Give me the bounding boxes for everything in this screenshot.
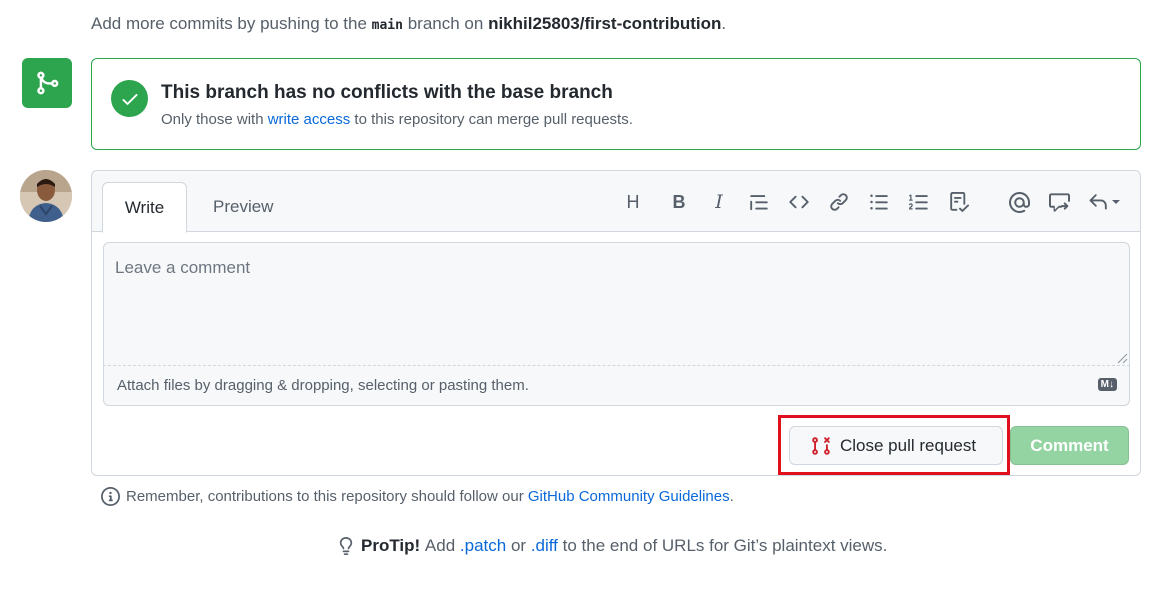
comment-textarea[interactable]: Leave a comment <box>103 242 1130 366</box>
comment-header: Write Preview H B I <box>92 171 1140 233</box>
resize-handle-icon[interactable] <box>1116 352 1128 364</box>
merge-status-title: This branch has no conflicts with the ba… <box>161 82 613 103</box>
reference-icon <box>1048 192 1070 212</box>
quote-icon <box>750 195 768 211</box>
heading-icon: H <box>626 191 640 212</box>
attach-files-text: Attach files by dragging & dropping, sel… <box>117 377 529 394</box>
guidelines-note: Remember, contributions to this reposito… <box>101 487 734 506</box>
comment-button-label: Comment <box>1030 435 1109 455</box>
code-icon <box>789 195 809 209</box>
bulleted-list-icon <box>870 194 888 210</box>
merge-status-box: This branch has no conflicts with the ba… <box>91 58 1141 150</box>
protip-or: or <box>510 536 527 555</box>
guidelines-prefix: Remember, contributions to this reposito… <box>126 488 524 505</box>
bold-button[interactable]: B <box>668 191 690 213</box>
push-note-prefix: Add more commits by pushing to the <box>91 14 367 33</box>
merge-sub-prefix: Only those with <box>161 111 264 128</box>
link-icon <box>830 193 848 211</box>
tab-write[interactable]: Write <box>102 182 187 233</box>
mention-icon <box>1008 191 1030 213</box>
protip-label: ProTip! <box>361 536 421 555</box>
italic-button[interactable]: I <box>708 191 730 213</box>
bulleted-list-button[interactable] <box>868 191 890 213</box>
comment-button[interactable]: Comment <box>1010 426 1129 465</box>
merge-sub-suffix: to this repository can merge pull reques… <box>354 111 633 128</box>
numbered-list-icon <box>909 194 928 210</box>
reply-icon <box>1089 194 1107 210</box>
task-list-button[interactable] <box>948 191 970 213</box>
community-guidelines-link[interactable]: GitHub Community Guidelines <box>528 488 730 505</box>
numbered-list-button[interactable] <box>908 191 930 213</box>
protip: ProTip! Add .patch or .diff to the end o… <box>337 536 887 556</box>
markdown-icon[interactable]: M↓ <box>1097 378 1117 391</box>
chevron-down-icon <box>1112 200 1120 204</box>
code-button[interactable] <box>788 191 810 213</box>
check-circle-icon <box>111 80 148 117</box>
comment-placeholder: Leave a comment <box>115 258 251 277</box>
tab-preview[interactable]: Preview <box>213 182 273 232</box>
git-pull-request-closed-icon <box>812 436 830 455</box>
light-bulb-icon <box>339 537 353 555</box>
attach-files-bar[interactable]: Attach files by dragging & dropping, sel… <box>103 366 1130 406</box>
close-pull-request-label: Close pull request <box>840 435 977 455</box>
link-button[interactable] <box>828 191 850 213</box>
italic-icon: I <box>715 191 723 213</box>
patch-link[interactable]: .patch <box>460 536 506 556</box>
mention-button[interactable] <box>1008 191 1030 213</box>
quote-button[interactable] <box>748 191 770 213</box>
push-note-middle: branch on <box>407 14 484 33</box>
avatar[interactable] <box>20 170 72 222</box>
protip-pre: Add <box>424 536 456 555</box>
task-list-icon <box>950 192 969 212</box>
write-access-link[interactable]: write access <box>268 111 351 128</box>
push-note-suffix: . <box>721 14 727 33</box>
branch-name: main <box>371 18 403 33</box>
markdown-badge-text: M↓ <box>1100 379 1114 390</box>
bold-icon: B <box>672 191 686 212</box>
heading-button[interactable]: H <box>622 191 644 213</box>
saved-replies-button[interactable] <box>1088 191 1128 213</box>
protip-post: to the end of URLs for Git’s plaintext v… <box>562 536 888 555</box>
merge-status-subtitle: Only those with write access to this rep… <box>161 111 633 128</box>
git-merge-icon <box>22 58 72 108</box>
reference-button[interactable] <box>1048 191 1070 213</box>
close-pull-request-button[interactable]: Close pull request <box>789 426 1003 465</box>
diff-link[interactable]: .diff <box>531 536 558 556</box>
push-note: Add more commits by pushing to the main … <box>91 14 726 34</box>
repo-name[interactable]: nikhil25803/first-contribution <box>488 14 721 33</box>
info-icon <box>101 487 120 506</box>
guidelines-suffix: . <box>729 488 734 505</box>
